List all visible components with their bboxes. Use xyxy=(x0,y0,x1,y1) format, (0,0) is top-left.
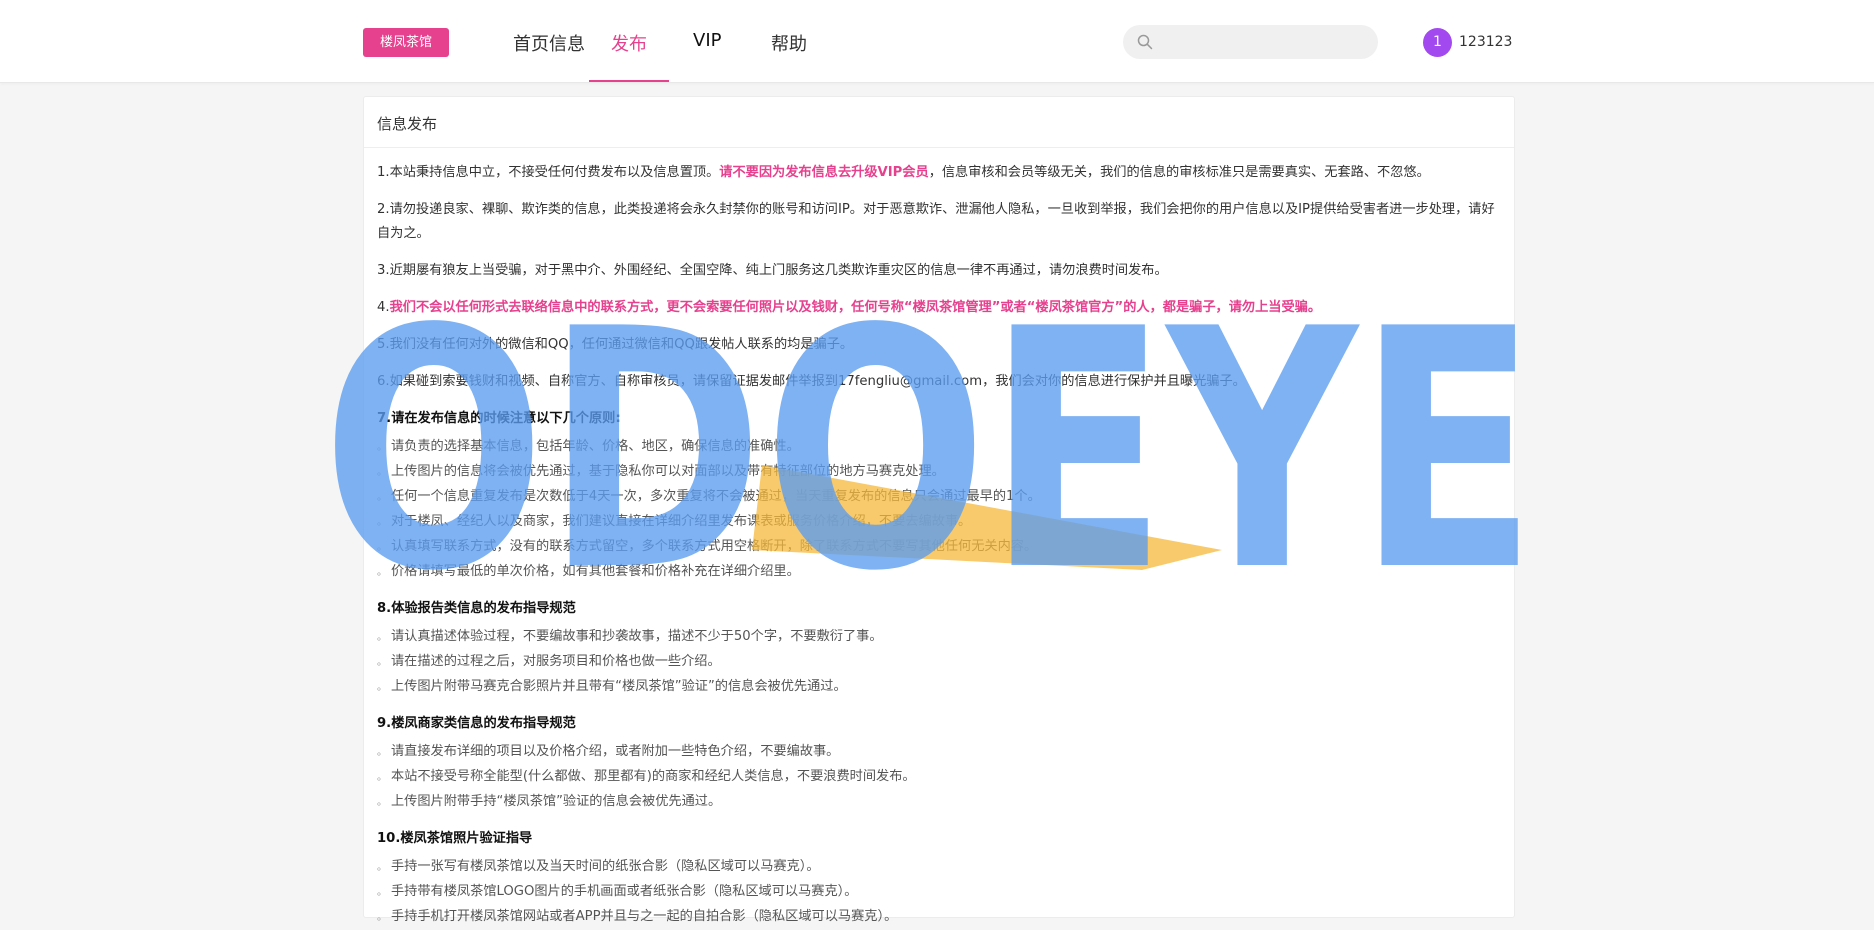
top-header: 楼凤茶馆 首页信息 发布 VIP 帮助 1 123123 xyxy=(0,0,1874,83)
rule-3: 3.近期屡有狼友上当受骗，对于黑中介、外围经纪、全国空降、纯上门服务这几类欺诈重… xyxy=(377,263,1168,278)
list-item: 。任何一个信息重复发布是次数低于4天一次，多次重复将不会被通过，当天重复发布的信… xyxy=(377,489,1041,504)
rule-4-number: 4. xyxy=(377,300,390,315)
section-8-heading: 8.体验报告类信息的发布指导规范 xyxy=(377,597,1502,621)
list-item: 。手持手机打开楼凤茶馆网站或者APP并且与之一起的自拍合影（隐私区域可以马赛克）… xyxy=(377,909,898,924)
section-9-heading: 9.楼凤商家类信息的发布指导规范 xyxy=(377,712,1502,736)
rule-6: 6.如果碰到索要钱财和视频、自称官方、自称审核员，请保留证据发邮件举报到17fe… xyxy=(377,374,1246,389)
section-7-number: 7. xyxy=(377,411,392,426)
nav-vip[interactable]: VIP xyxy=(693,30,721,51)
nav-active-indicator xyxy=(589,80,669,82)
search-box[interactable] xyxy=(1123,25,1378,59)
rule-1-highlight: 请不要因为发布信息去升级VIP会员 xyxy=(719,165,929,180)
section-8-list: 。请认真描述体验过程，不要编故事和抄袭故事，描述不少于50个字，不要敷衍了事。 … xyxy=(377,625,1502,700)
list-item: 。请负责的选择基本信息，包括年龄、价格、地区，确保信息的准确性。 xyxy=(377,439,800,454)
list-item: 。上传图片的信息将会被优先通过，基于隐私你可以对面部以及带有特征部位的地方马赛克… xyxy=(377,464,945,479)
panel-title: 信息发布 xyxy=(377,115,438,133)
section-8-number: 8. xyxy=(377,601,392,616)
user-avatar[interactable]: 1 xyxy=(1423,28,1452,57)
rule-4: 4.我们不会以任何形式去联络信息中的联系方式，更不会索要任何照片以及钱财，任何号… xyxy=(377,296,1502,320)
section-7-title: 请在发布信息的时候注意以下几个原则: xyxy=(391,411,621,426)
list-item: 。请在描述的过程之后，对服务项目和价格也做一些介绍。 xyxy=(377,654,721,669)
list-item: 。请直接发布详细的项目以及价格介绍，或者附加一些特色介绍，不要编故事。 xyxy=(377,744,840,759)
list-item: 。认真填写联系方式，没有的联系方式留空，多个联系方式用空格断开，除了联系方式不要… xyxy=(377,539,1038,554)
publish-info-panel: 信息发布 1.本站秉持信息中立，不接受任何付费发布以及信息置顶。请不要因为发布信… xyxy=(363,96,1515,924)
rule-2: 2.请勿投递良家、裸聊、欺诈类的信息，此类投递将会永久封禁你的账号和访问IP。对… xyxy=(377,202,1495,241)
section-7-heading: 7.请在发布信息的时候注意以下几个原则: xyxy=(377,407,1502,431)
rule-1-text-c: ，信息审核和会员等级无关，我们的信息的审核标准只是需要真实、无套路、不忽悠。 xyxy=(928,165,1430,180)
nav-help[interactable]: 帮助 xyxy=(771,30,807,56)
list-item: 。手持一张写有楼凤茶馆以及当天时间的纸张合影（隐私区域可以马赛克）。 xyxy=(377,859,820,874)
list-item: 。本站不接受号称全能型(什么都做、那里都有)的商家和经纪人类信息，不要浪费时间发… xyxy=(377,769,916,784)
section-9-title: 楼凤商家类信息的发布指导规范 xyxy=(391,716,576,731)
section-7-list: 。请负责的选择基本信息，包括年龄、价格、地区，确保信息的准确性。 。上传图片的信… xyxy=(377,435,1502,585)
site-logo-button[interactable]: 楼凤茶馆 xyxy=(363,28,449,57)
rule-1: 1.本站秉持信息中立，不接受任何付费发布以及信息置顶。请不要因为发布信息去升级V… xyxy=(377,161,1502,185)
list-item: 。请认真描述体验过程，不要编故事和抄袭故事，描述不少于50个字，不要敷衍了事。 xyxy=(377,629,883,644)
list-item: 。上传图片附带手持“楼凤茶馆”验证的信息会被优先通过。 xyxy=(377,794,722,809)
rule-4-highlight: 我们不会以任何形式去联络信息中的联系方式，更不会索要任何照片以及钱财，任何号称“… xyxy=(389,300,1322,315)
list-item: 。上传图片附带马赛克合影照片并且带有“楼凤茶馆”验证”的信息会被优先通过。 xyxy=(377,679,847,694)
username[interactable]: 123123 xyxy=(1459,34,1512,50)
list-item: 。手持带有楼凤茶馆LOGO图片的手机画面或者纸张合影（隐私区域可以马赛克）。 xyxy=(377,884,858,899)
nav-home[interactable]: 首页信息 xyxy=(513,30,585,56)
search-input[interactable] xyxy=(1161,31,1365,55)
list-item: 。对于楼凤、经纪人以及商家，我们建议直接在详细介绍里发布课表或服务价格介绍，不要… xyxy=(377,514,972,529)
rule-5: 5.我们没有任何对外的微信和QQ，任何通过微信和QQ跟发帖人联系的均是骗子。 xyxy=(377,337,854,352)
section-9-number: 9. xyxy=(377,716,392,731)
list-item: 。价格请填写最低的单次价格，如有其他套餐和价格补充在详细介绍里。 xyxy=(377,564,800,579)
section-10-number: 10. xyxy=(377,831,401,846)
rule-1-text-a: 1.本站秉持信息中立，不接受任何付费发布以及信息置顶。 xyxy=(377,165,720,180)
section-10-list: 。手持一张写有楼凤茶馆以及当天时间的纸张合影（隐私区域可以马赛克）。 。手持带有… xyxy=(377,855,1502,930)
section-9-list: 。请直接发布详细的项目以及价格介绍，或者附加一些特色介绍，不要编故事。 。本站不… xyxy=(377,740,1502,815)
section-8-title: 体验报告类信息的发布指导规范 xyxy=(391,601,576,616)
nav-publish[interactable]: 发布 xyxy=(611,30,647,56)
search-icon xyxy=(1137,34,1153,50)
rules-content: 1.本站秉持信息中立，不接受任何付费发布以及信息置顶。请不要因为发布信息去升级V… xyxy=(377,161,1502,930)
section-10-heading: 10.楼凤茶馆照片验证指导 xyxy=(377,827,1502,851)
panel-divider xyxy=(364,147,1514,148)
section-10-title: 楼凤茶馆照片验证指导 xyxy=(400,831,533,846)
